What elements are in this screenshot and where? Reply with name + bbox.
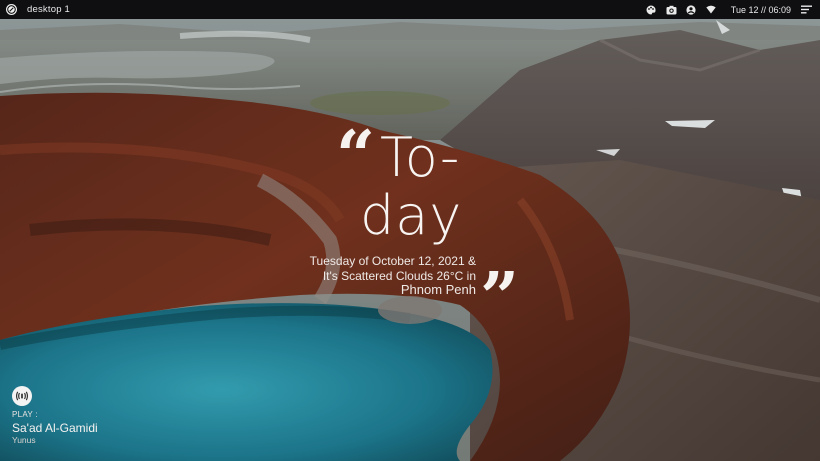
close-quote-icon: ”	[480, 258, 520, 338]
weather-text: It's Scattered Clouds 26°C in	[322, 268, 476, 283]
workspace-label[interactable]: desktop 1	[27, 4, 70, 15]
account-icon[interactable]	[686, 4, 697, 15]
clock[interactable]: Tue 12 // 06:09	[731, 5, 791, 15]
wifi-icon[interactable]	[706, 4, 717, 15]
palette-icon[interactable]	[646, 4, 657, 15]
system-logo-icon[interactable]	[6, 4, 17, 15]
system-tray: Tue 12 // 06:09	[646, 0, 820, 19]
today-heading-line-2: day	[360, 184, 463, 247]
audio-play-button[interactable]	[12, 386, 32, 406]
city-text: Phnom Penh	[400, 282, 476, 297]
open-quote-icon: “	[336, 116, 376, 196]
top-bar: desktop 1 Tue 12 // 06:09	[0, 0, 820, 19]
hamburger-menu-icon[interactable]	[801, 5, 812, 14]
desktop-screen: desktop 1 Tue 12 // 06:09 “ To- day Tues…	[0, 0, 820, 461]
date-text: Tuesday of October 12, 2021 &	[309, 254, 476, 268]
play-label: PLAY :	[12, 410, 38, 419]
artist-name: Sa'ad Al-Gamidi	[12, 421, 98, 435]
today-heading-line-1: To-	[380, 126, 461, 189]
date-weather-info: Tuesday of October 12, 2021 & It's Scatt…	[310, 254, 476, 298]
track-name: Yunus	[12, 435, 36, 445]
date-weather-widget: “ To- day Tuesday of October 12, 2021 & …	[300, 116, 520, 332]
audio-waves-icon	[16, 391, 28, 401]
music-widget: PLAY : Sa'ad Al-Gamidi Yunus	[12, 386, 98, 445]
camera-icon[interactable]	[666, 4, 677, 15]
